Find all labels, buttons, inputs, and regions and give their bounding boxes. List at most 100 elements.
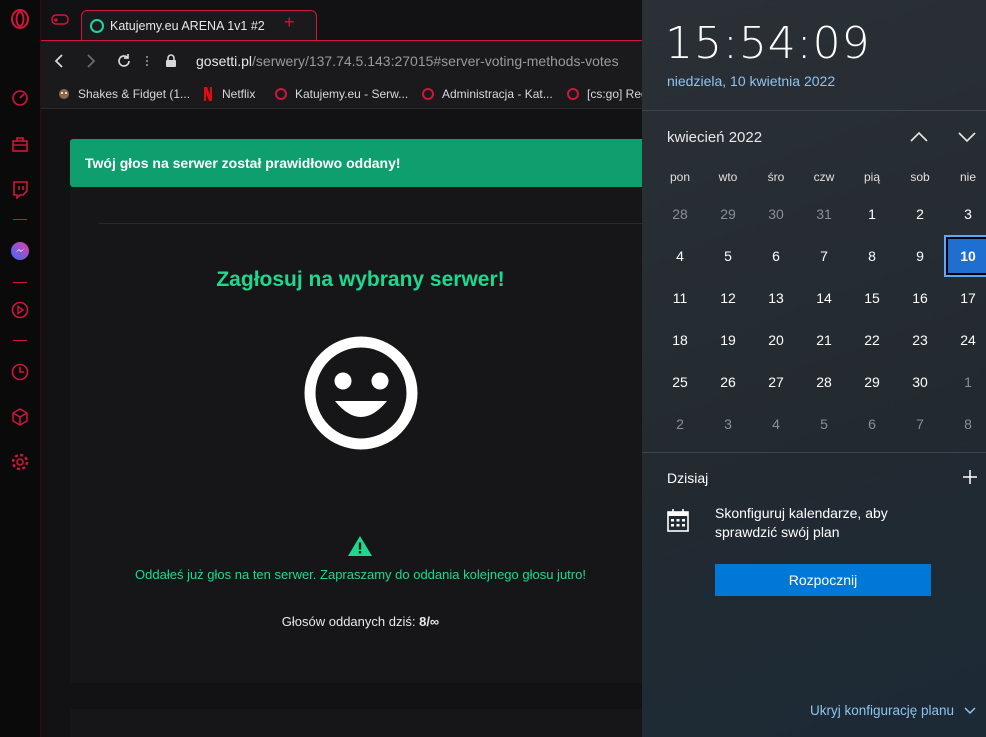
previous-month-chevron-up-icon[interactable] bbox=[909, 128, 929, 146]
bag-icon[interactable] bbox=[10, 134, 30, 154]
votes-today: Głosów oddanych dziś: 8/∞ bbox=[70, 614, 642, 629]
calendar-day[interactable]: 26 bbox=[704, 361, 752, 403]
month-label[interactable]: kwiecień 2022 bbox=[667, 129, 762, 146]
calendar-day[interactable]: 23 bbox=[896, 319, 944, 361]
calendar-day[interactable]: 29 bbox=[704, 193, 752, 235]
smiley-face-icon bbox=[304, 336, 418, 450]
calendar-day[interactable]: 31 bbox=[800, 193, 848, 235]
weekday-label: pią bbox=[863, 170, 880, 184]
twitch-icon[interactable] bbox=[10, 179, 30, 199]
netflix-icon bbox=[201, 87, 215, 101]
calendar-day[interactable]: 9 bbox=[896, 235, 944, 277]
success-alert: Twój głos na serwer został prawidłowo od… bbox=[70, 139, 642, 187]
opera-sidebar bbox=[0, 0, 41, 737]
url-field[interactable]: gosetti.pl/serwery/137.74.5.143:27015#se… bbox=[196, 53, 619, 69]
calendar-day[interactable]: 18 bbox=[656, 319, 704, 361]
bookmark-label: Katujemy.eu - Serw... bbox=[295, 87, 409, 101]
calendar-day[interactable]: 24 bbox=[944, 319, 986, 361]
votes-value: 8/∞ bbox=[419, 614, 440, 629]
reload-button[interactable] bbox=[114, 51, 134, 71]
history-icon[interactable] bbox=[10, 362, 30, 382]
calendar-day[interactable]: 8 bbox=[944, 403, 986, 445]
bookmark-item[interactable]: Netflix bbox=[201, 87, 255, 101]
more-dots-icon[interactable] bbox=[137, 51, 157, 71]
weekday-label: pon bbox=[669, 170, 691, 184]
add-event-plus-icon[interactable] bbox=[962, 469, 978, 485]
calendar-day[interactable]: 5 bbox=[704, 235, 752, 277]
lock-icon[interactable] bbox=[161, 51, 181, 71]
settings-gear-icon[interactable] bbox=[10, 452, 30, 472]
calendar-day[interactable]: 20 bbox=[752, 319, 800, 361]
calendar-day[interactable]: 5 bbox=[800, 403, 848, 445]
calendar-day[interactable]: 4 bbox=[656, 235, 704, 277]
calendar-day[interactable]: 14 bbox=[800, 277, 848, 319]
sidebar-separator bbox=[13, 282, 27, 283]
today-label: Dzisiaj bbox=[667, 470, 709, 486]
calendar-day[interactable]: 29 bbox=[848, 361, 896, 403]
opera-logo-icon[interactable] bbox=[10, 9, 30, 29]
calendar-day[interactable]: 28 bbox=[800, 361, 848, 403]
next-month-chevron-down-icon[interactable] bbox=[957, 128, 977, 146]
calendar-day[interactable]: 27 bbox=[752, 361, 800, 403]
calendar-day[interactable]: 6 bbox=[752, 235, 800, 277]
bookmark-label: Shakes & Fidget (1... bbox=[78, 87, 191, 101]
calendar-day[interactable]: 11 bbox=[656, 277, 704, 319]
calendar-day[interactable]: 1 bbox=[848, 193, 896, 235]
calendar-day[interactable]: 30 bbox=[896, 361, 944, 403]
calendar-day[interactable]: 3 bbox=[944, 193, 986, 235]
gamepad-icon[interactable] bbox=[51, 12, 69, 31]
calendar-day[interactable]: 4 bbox=[752, 403, 800, 445]
bookmark-item[interactable]: Administracja - Kat... bbox=[421, 87, 553, 101]
shakes-fidget-icon bbox=[57, 87, 71, 101]
weekday-label: wto bbox=[718, 170, 738, 184]
calendar-day[interactable]: 17 bbox=[944, 277, 986, 319]
forward-button[interactable] bbox=[81, 51, 101, 71]
calendar-icon bbox=[667, 509, 689, 532]
hide-plan-link[interactable]: Ukryj konfigurację planu bbox=[810, 703, 976, 718]
calendar-day[interactable]: 8 bbox=[848, 235, 896, 277]
web-page: Zagłosuj na wybrany serwer! Oddałeś już … bbox=[41, 109, 642, 737]
start-button[interactable]: Rozpocznij bbox=[715, 564, 931, 596]
address-bar: gosetti.pl/serwery/137.74.5.143:27015#se… bbox=[41, 40, 642, 80]
calendar-day[interactable]: 1 bbox=[944, 361, 986, 403]
calendar-day[interactable]: 6 bbox=[848, 403, 896, 445]
calendar-day[interactable]: 7 bbox=[896, 403, 944, 445]
sidebar-separator bbox=[13, 219, 27, 220]
chevron-down-icon bbox=[964, 707, 976, 715]
calendar-day[interactable]: 19 bbox=[704, 319, 752, 361]
url-host: gosetti.pl bbox=[196, 53, 253, 69]
speed-dial-icon[interactable] bbox=[10, 88, 30, 108]
player-icon[interactable] bbox=[10, 300, 30, 320]
back-button[interactable] bbox=[49, 51, 69, 71]
calendar-day[interactable]: 2 bbox=[656, 403, 704, 445]
calendar-day[interactable]: 28 bbox=[656, 193, 704, 235]
calendar-day[interactable]: 12 bbox=[704, 277, 752, 319]
calendar-day[interactable]: 25 bbox=[656, 361, 704, 403]
calendar-day[interactable]: 30 bbox=[752, 193, 800, 235]
katujemy-icon bbox=[274, 87, 288, 101]
calendar-day[interactable]: 22 bbox=[848, 319, 896, 361]
calendar-day[interactable]: 21 bbox=[800, 319, 848, 361]
calendar-day-today[interactable]: 10 bbox=[944, 235, 986, 277]
extensions-cube-icon[interactable] bbox=[10, 407, 30, 427]
bookmark-item[interactable]: Shakes & Fidget (1... bbox=[57, 87, 190, 101]
calendar-day[interactable]: 2 bbox=[896, 193, 944, 235]
browser-tab[interactable]: Katujemy.eu ARENA 1v1 #2 bbox=[81, 10, 317, 40]
calendar-flyout: 15:54:09 niedziela, 10 kwietnia 2022 kwi… bbox=[642, 0, 986, 737]
bookmark-item[interactable]: Katujemy.eu - Serw... bbox=[274, 87, 408, 101]
new-tab-button[interactable]: + bbox=[284, 13, 295, 31]
sidebar-separator bbox=[13, 340, 27, 341]
warning-triangle-icon bbox=[348, 536, 372, 556]
calendar-day[interactable]: 15 bbox=[848, 277, 896, 319]
configure-calendars-text: Skonfiguruj kalendarze, aby sprawdzić sw… bbox=[715, 505, 888, 540]
bookmark-label: Administracja - Kat... bbox=[442, 87, 553, 101]
calendar-day[interactable]: 3 bbox=[704, 403, 752, 445]
calendar-day[interactable]: 16 bbox=[896, 277, 944, 319]
divider bbox=[642, 110, 986, 111]
calendar-day[interactable]: 13 bbox=[752, 277, 800, 319]
messenger-icon[interactable] bbox=[10, 241, 30, 261]
weekday-label: nie bbox=[959, 170, 976, 184]
calendar-day[interactable]: 7 bbox=[800, 235, 848, 277]
long-date-link[interactable]: niedziela, 10 kwietnia 2022 bbox=[667, 73, 835, 89]
bookmark-item[interactable]: [cs:go] Reg bbox=[566, 87, 648, 101]
